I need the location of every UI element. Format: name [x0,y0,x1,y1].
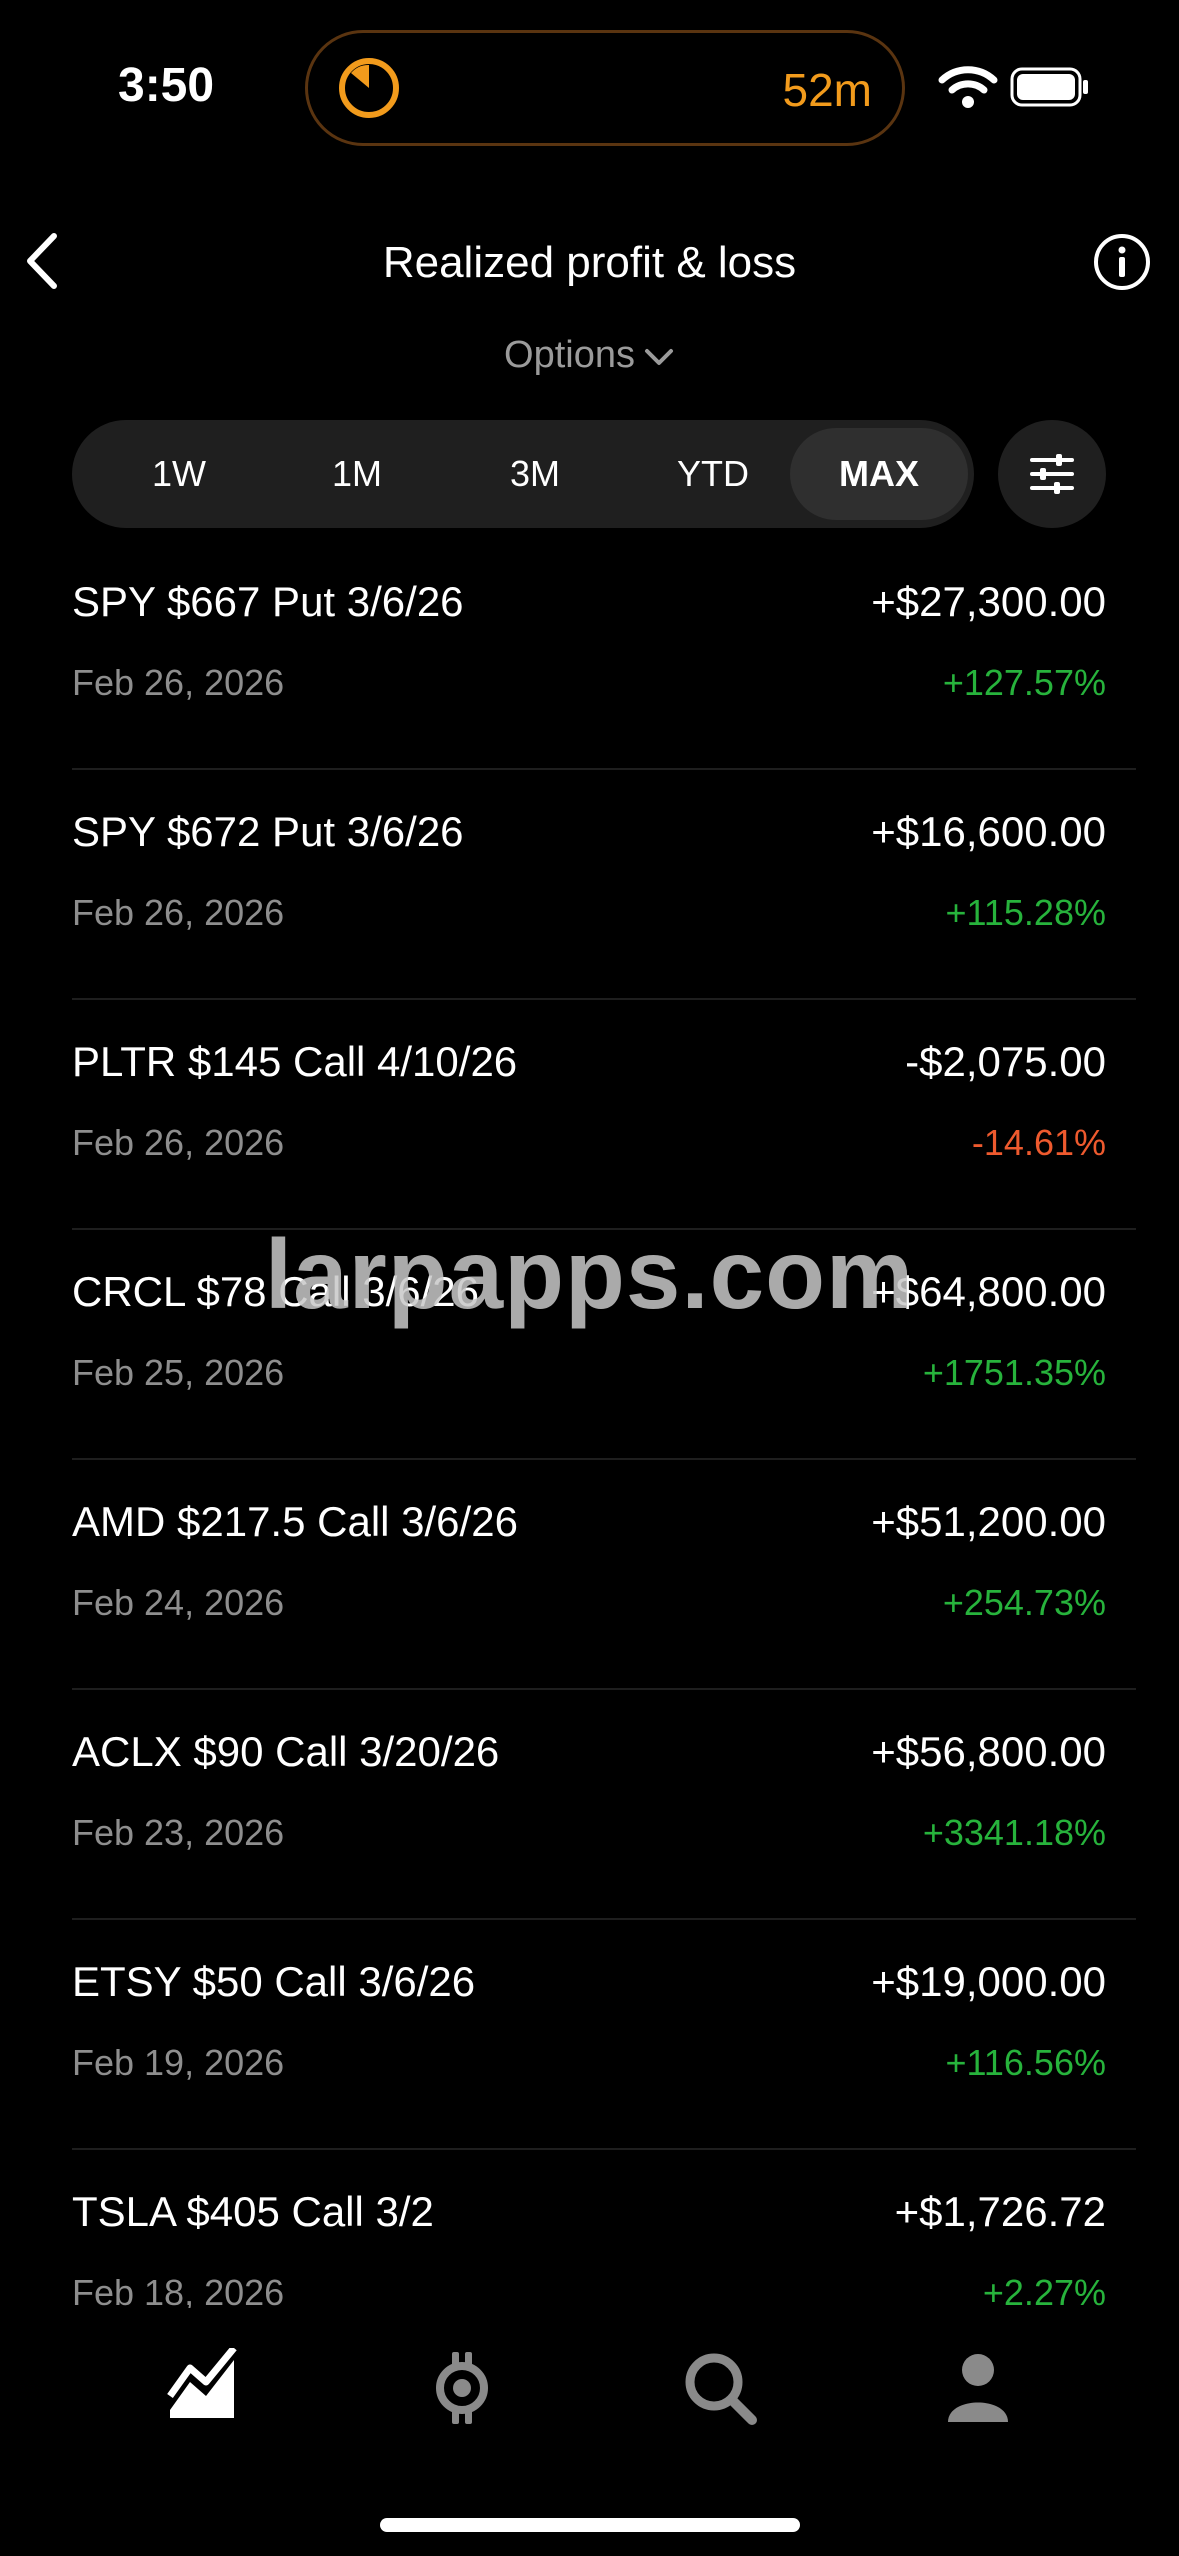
trade-percent: +115.28% [945,892,1106,933]
trade-amount: +$19,000.00 [871,1958,1106,2005]
trade-name: AMD $217.5 Call 3/6/26 [72,1498,518,1545]
status-time: 3:50 [118,59,215,112]
trade-percent: +2.27% [982,2272,1106,2308]
trade-percent: +1751.35% [922,1352,1106,1393]
trade-list[interactable]: SPY $667 Put 3/6/26 +$27,300.00 Feb 26, … [0,540,1179,2308]
trade-percent: +3341.18% [922,1812,1106,1853]
filter-dropdown[interactable]: Options [0,334,1179,377]
battery-icon [1010,67,1088,107]
account-icon[interactable] [938,2348,1018,2428]
trade-name: PLTR $145 Call 4/10/26 [72,1038,518,1085]
dynamic-island[interactable]: 52m [305,30,905,146]
sliders-icon [1030,454,1074,494]
trade-row[interactable]: AMD $217.5 Call 3/6/26 +$51,200.00 Feb 2… [72,1460,1136,1690]
timer-icon [339,58,399,118]
trade-date: Feb 25, 2026 [72,1352,285,1393]
period-tab-1m[interactable]: 1M [268,428,446,520]
trade-amount: +$56,800.00 [871,1728,1106,1775]
trade-row[interactable]: TSLA $405 Call 3/2 +$1,726.72 Feb 18, 20… [72,2150,1106,2308]
trade-name: SPY $672 Put 3/6/26 [72,808,464,855]
trade-amount: +$16,600.00 [871,808,1106,855]
trade-percent: +254.73% [942,1582,1106,1623]
trade-name: ACLX $90 Call 3/20/26 [72,1728,500,1775]
info-icon[interactable] [1092,232,1152,292]
trade-amount: +$27,300.00 [871,578,1106,625]
trade-percent: +116.56% [945,2042,1106,2083]
settings-button[interactable] [998,420,1106,528]
chart-icon[interactable] [164,2348,244,2428]
trade-name: TSLA $405 Call 3/2 [72,2188,434,2235]
chevron-down-icon [644,348,673,365]
trade-row[interactable]: SPY $667 Put 3/6/26 +$27,300.00 Feb 26, … [72,540,1136,770]
trade-amount: -$2,075.00 [905,1038,1106,1085]
search-icon[interactable] [680,2348,760,2428]
home-indicator[interactable] [380,2518,800,2532]
period-selector: 1W 1M 3M YTD MAX [72,420,974,528]
period-tab-ytd[interactable]: YTD [624,428,802,520]
trade-row[interactable]: ACLX $90 Call 3/20/26 +$56,800.00 Feb 23… [72,1690,1136,1920]
trade-row[interactable]: PLTR $145 Call 4/10/26 -$2,075.00 Feb 26… [72,1000,1136,1230]
trade-date: Feb 18, 2026 [72,2272,285,2308]
page-title: Realized profit & loss [382,238,797,287]
watermark: larpapps.com [264,1219,915,1329]
trade-percent: +127.57% [942,662,1106,703]
trade-date: Feb 19, 2026 [72,2042,285,2083]
trade-date: Feb 24, 2026 [72,1582,285,1623]
period-tab-max[interactable]: MAX [790,428,968,520]
crypto-icon[interactable] [422,2348,502,2428]
trade-row[interactable]: ETSY $50 Call 3/6/26 +$19,000.00 Feb 19,… [72,1920,1136,2150]
trade-amount: +$51,200.00 [871,1498,1106,1545]
trade-date: Feb 26, 2026 [72,662,285,703]
trade-row[interactable]: SPY $672 Put 3/6/26 +$16,600.00 Feb 26, … [72,770,1136,1000]
period-tab-3m[interactable]: 3M [446,428,624,520]
trade-date: Feb 26, 2026 [72,1122,285,1163]
trade-percent: -14.61% [971,1122,1106,1163]
timer-label: 52m [782,64,872,116]
filter-label: Options [504,334,635,376]
trade-name: SPY $667 Put 3/6/26 [72,578,464,625]
trade-date: Feb 23, 2026 [72,1812,285,1853]
period-tab-1w[interactable]: 1W [90,428,268,520]
trade-amount: +$1,726.72 [894,2188,1106,2235]
trade-date: Feb 26, 2026 [72,892,285,933]
wifi-icon [938,66,998,108]
trade-name: ETSY $50 Call 3/6/26 [72,1958,476,2005]
